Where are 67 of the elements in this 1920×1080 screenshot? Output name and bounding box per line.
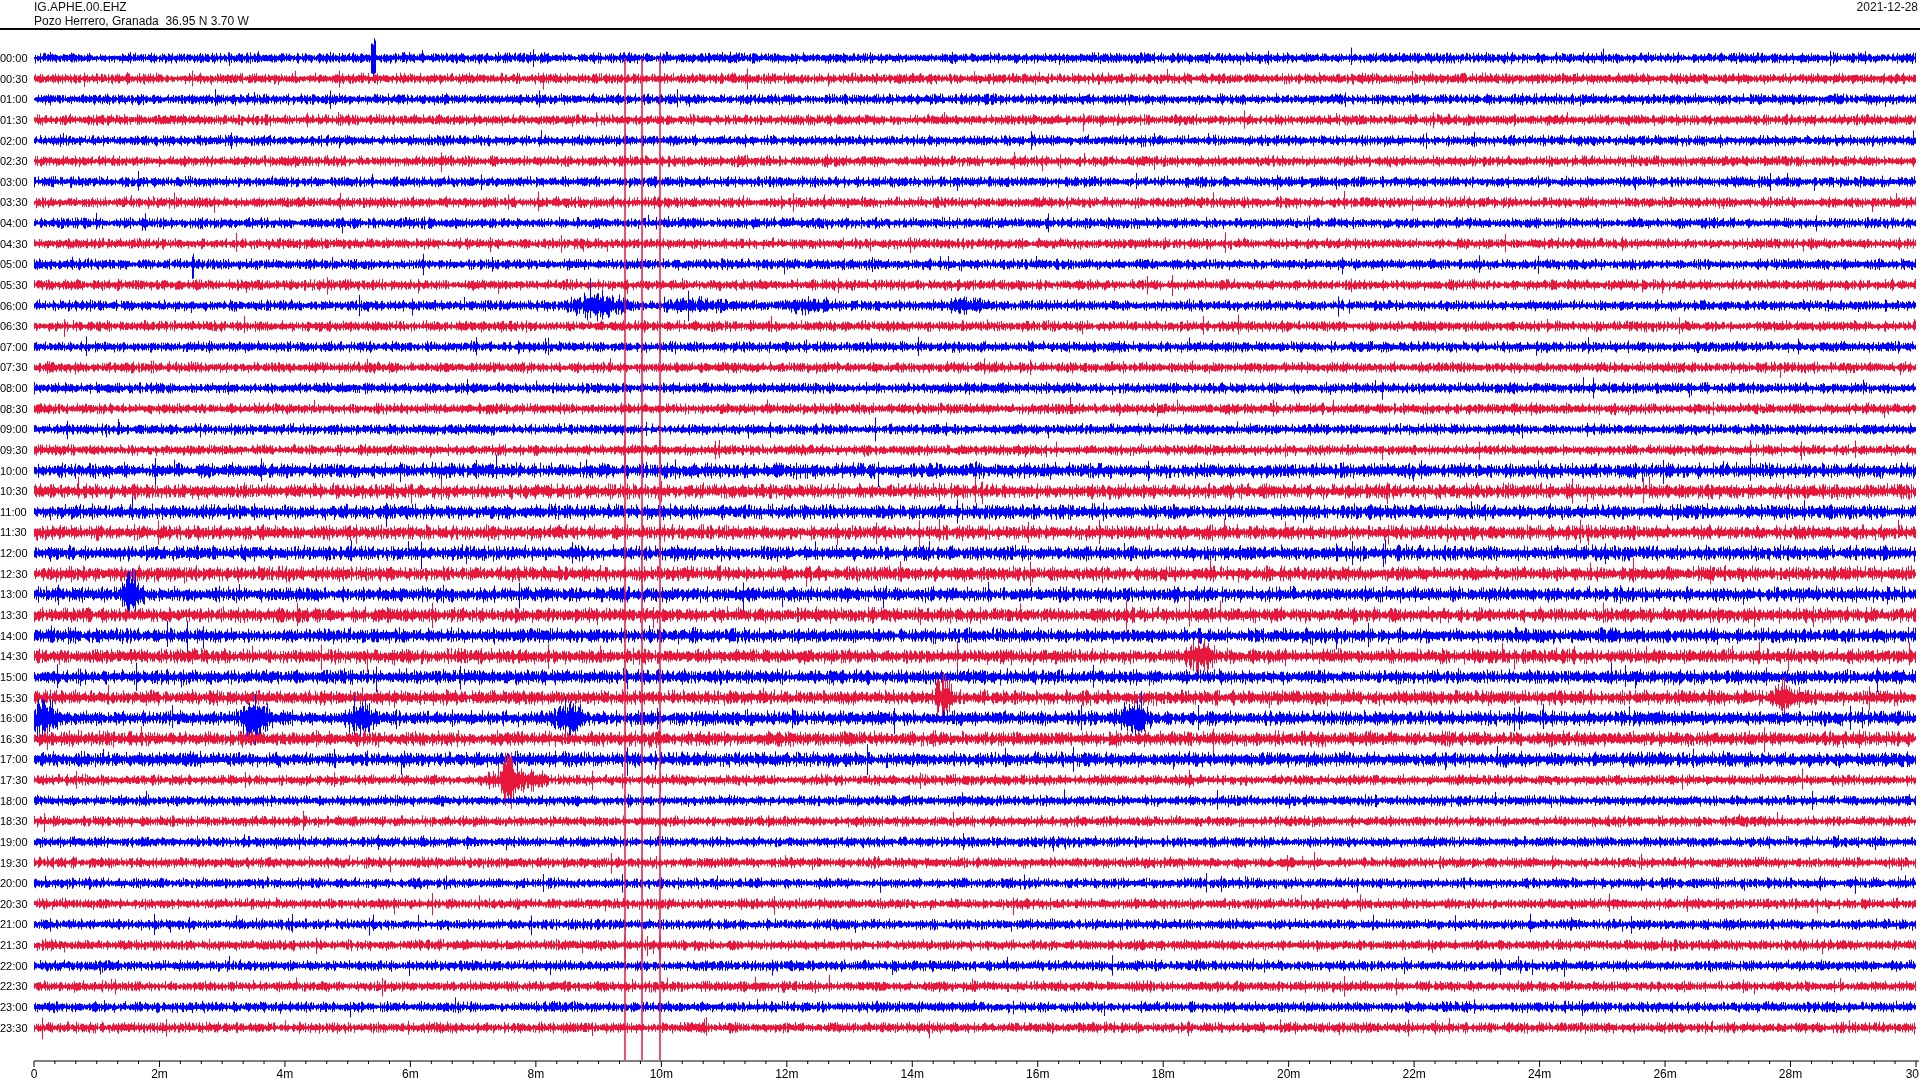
time-label: 22:00 — [0, 959, 28, 972]
time-label: 13:30 — [0, 609, 28, 621]
time-label: 20:30 — [0, 897, 28, 910]
time-label: 23:30 — [0, 1021, 28, 1034]
time-label: 03:00 — [0, 175, 28, 188]
axis-tick-label: 20m — [1277, 1067, 1301, 1078]
time-label: 21:30 — [0, 939, 28, 952]
time-label: 19:00 — [0, 835, 28, 848]
axis-tick-label: 22m — [1402, 1067, 1426, 1078]
time-label: 06:30 — [0, 320, 28, 333]
axis-tick-label: 16m — [1026, 1067, 1050, 1078]
axis-tick-label: 12m — [775, 1067, 799, 1078]
time-label: 10:00 — [0, 464, 28, 477]
time-label: 15:00 — [0, 670, 28, 683]
time-label: 15:30 — [0, 691, 28, 704]
time-label: 22:30 — [0, 980, 28, 993]
time-label: 07:00 — [0, 340, 28, 353]
time-label: 13:00 — [0, 588, 28, 601]
time-label: 08:00 — [0, 382, 28, 395]
time-label: 04:30 — [0, 237, 28, 250]
time-label: 11:00 — [0, 505, 27, 518]
time-label: 02:00 — [0, 134, 28, 147]
station-code: IG.APHE.00.EHZ — [34, 0, 128, 14]
time-label: 01:30 — [0, 113, 28, 126]
axis-tick-label: 30 — [1905, 1067, 1919, 1078]
axis-tick-label: 14m — [900, 1067, 924, 1078]
time-label: 01:00 — [0, 93, 28, 106]
axis-tick-label: 24m — [1527, 1067, 1552, 1078]
time-label: 21:00 — [0, 918, 28, 931]
axis-tick-label: 26m — [1653, 1067, 1677, 1078]
axis-tick-label: 10m — [649, 1067, 673, 1078]
time-label: 16:30 — [0, 732, 28, 745]
time-label: 18:30 — [0, 815, 28, 828]
time-label: 14:30 — [0, 650, 28, 663]
time-label: 05:00 — [0, 258, 28, 271]
time-label: 07:30 — [0, 361, 28, 374]
time-label: 12:30 — [0, 567, 28, 580]
time-label: 03:30 — [0, 196, 28, 209]
time-label: 16:00 — [0, 712, 28, 725]
time-label: 17:30 — [0, 774, 28, 787]
time-label: 09:00 — [0, 423, 28, 436]
time-label: 17:00 — [0, 753, 28, 766]
time-label: 20:00 — [0, 877, 28, 890]
axis-tick-label: 6m — [402, 1067, 419, 1078]
time-label: 11:30 — [0, 526, 27, 539]
time-label: 23:00 — [0, 1001, 28, 1013]
axis-tick-label: 8m — [527, 1067, 545, 1078]
axis-tick-label: 2m — [151, 1067, 168, 1078]
station-location: Pozo Herrero, Granada 36.95 N 3.70 W — [34, 14, 249, 28]
time-label: 12:00 — [0, 547, 28, 560]
time-label: 02:30 — [0, 155, 28, 168]
time-label: 05:30 — [0, 278, 28, 291]
plot-date: 2021-12-28 — [1856, 0, 1919, 16]
time-label: 00:00 — [0, 52, 28, 64]
time-label: 09:30 — [0, 443, 28, 456]
time-label: 06:00 — [0, 299, 28, 312]
time-label: 10:30 — [0, 485, 28, 498]
axis-tick-label: 28m — [1778, 1067, 1803, 1078]
axis-tick-label: 18m — [1151, 1067, 1175, 1078]
time-label: 14:00 — [0, 629, 28, 642]
time-label: 00:30 — [0, 72, 28, 85]
time-label: 04:00 — [0, 217, 28, 230]
time-label: 18:00 — [0, 794, 28, 807]
axis-tick-label: 0 — [30, 1067, 38, 1078]
axis-tick-label: 4m — [276, 1067, 294, 1078]
time-label: 08:30 — [0, 402, 28, 415]
time-label: 19:30 — [0, 856, 28, 869]
